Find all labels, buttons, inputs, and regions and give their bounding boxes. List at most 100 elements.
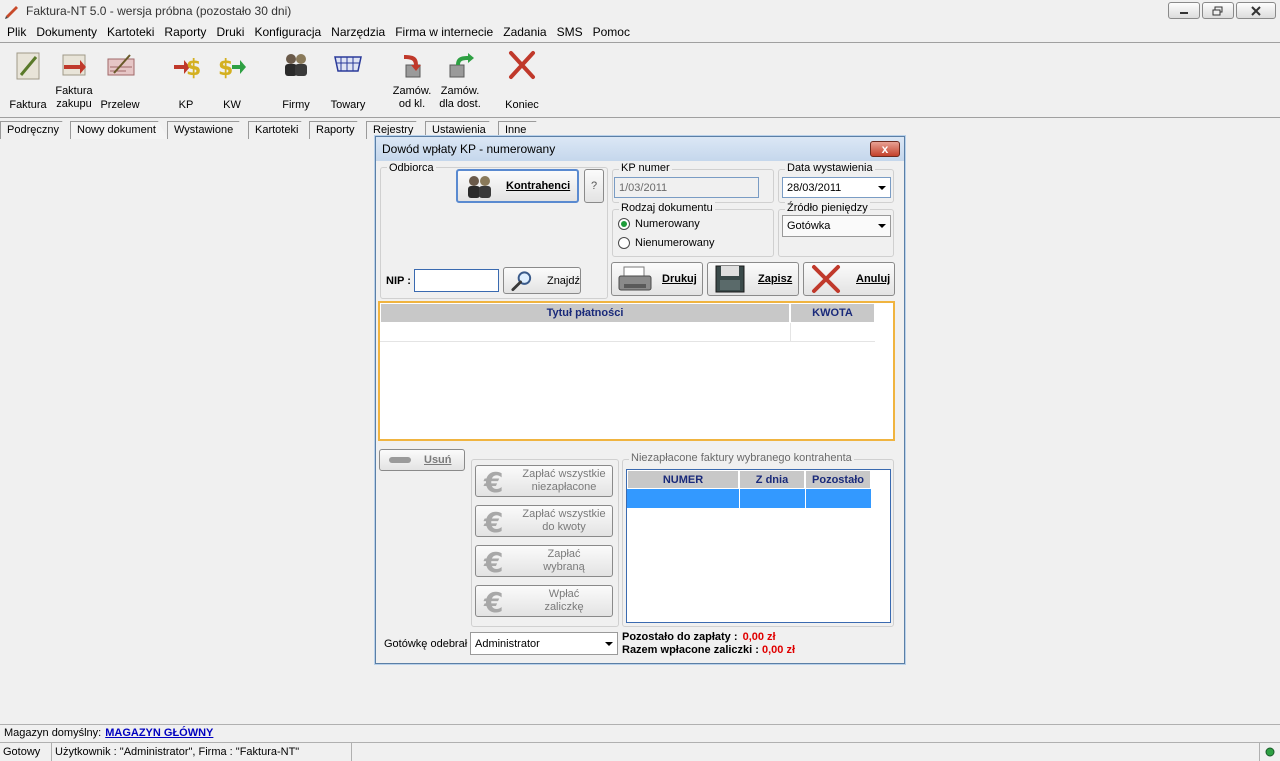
zaplac-do-kwoty-button[interactable]: € Zapłać wszystkie do kwoty bbox=[475, 505, 613, 537]
close-icon bbox=[1251, 5, 1261, 16]
table-row[interactable] bbox=[380, 323, 875, 342]
menu-druki[interactable]: Druki bbox=[211, 25, 249, 39]
grid-divider bbox=[790, 323, 791, 342]
znajdz-button[interactable]: Znajdź bbox=[503, 267, 581, 294]
help-button[interactable]: ? bbox=[584, 169, 604, 203]
zaplac-wszystkie-button[interactable]: € Zapłać wszystkie niezapłacone bbox=[475, 465, 613, 497]
zaplac-wybrana-button[interactable]: € Zapłać wybraną bbox=[475, 545, 613, 577]
dialog-close-button[interactable]: x bbox=[870, 141, 900, 157]
restore-icon bbox=[1212, 6, 1223, 15]
grid-col-tytul[interactable]: Tytuł płatności bbox=[380, 303, 790, 323]
printer-icon bbox=[618, 266, 652, 291]
toolbar-zamow-od-kl-button[interactable]: Zamów. od kl. bbox=[390, 47, 434, 111]
wplac-zaliczke-label-2: zaliczkę bbox=[544, 601, 584, 613]
grid-divider bbox=[739, 489, 740, 508]
transfer-icon bbox=[107, 54, 135, 76]
tab-podreczny[interactable]: Podręczny bbox=[0, 121, 72, 139]
toolbar-koniec-button[interactable]: Koniec bbox=[500, 47, 544, 112]
exit-x-icon bbox=[509, 51, 535, 79]
kontrahenci-button[interactable]: Kontrahenci bbox=[456, 169, 579, 203]
zaplac-wszystkie-label-2: niezapłacone bbox=[531, 481, 597, 493]
tab-nowy-dokument[interactable]: Nowy dokument bbox=[70, 121, 168, 139]
pozostalo-label: Pozostało do zapłaty : bbox=[622, 631, 738, 643]
title-bar: Faktura-NT 5.0 - wersja próbna (pozostał… bbox=[0, 0, 1280, 22]
dialog-title: Dowód wpłaty KP - numerowany bbox=[382, 142, 556, 156]
euro-icon: € bbox=[483, 546, 503, 576]
app-icon bbox=[5, 6, 18, 19]
zaplac-wszystkie-label-1: Zapłać wszystkie bbox=[522, 468, 606, 480]
menu-plik[interactable]: Plik bbox=[2, 25, 31, 39]
cancel-x-icon bbox=[812, 265, 840, 293]
rodzaj-dokumentu-label: Rodzaj dokumentu bbox=[619, 202, 715, 214]
wplac-zaliczke-button[interactable]: € Wpłać zaliczkę bbox=[475, 585, 613, 617]
toolbar-przelew-button[interactable]: Przelew bbox=[98, 47, 142, 112]
toolbar-towary-button[interactable]: Towary bbox=[326, 47, 370, 112]
nip-label: NIP : bbox=[386, 275, 411, 287]
status-empty-pane bbox=[352, 742, 1260, 761]
zaplac-wszystkie-text: Zapłać wszystkie niezapłacone bbox=[516, 468, 612, 494]
zaplac-wybrana-label-1: Zapłać bbox=[547, 548, 581, 560]
menu-narzedzia[interactable]: Narzędzia bbox=[326, 25, 390, 39]
table-row[interactable] bbox=[627, 489, 871, 508]
minimize-button[interactable] bbox=[1168, 2, 1200, 19]
col-numer[interactable]: NUMER bbox=[627, 470, 739, 489]
menu-zadania[interactable]: Zadania bbox=[498, 25, 551, 39]
toolbar-faktura-zakupu-button[interactable]: Faktura zakupu bbox=[52, 47, 96, 111]
niezaplacone-grid[interactable]: NUMER Z dnia Pozostało bbox=[626, 469, 891, 623]
radio-numerowany[interactable]: Numerowany bbox=[618, 218, 700, 230]
floppy-save-icon bbox=[715, 265, 745, 293]
col-pozostalo[interactable]: Pozostało bbox=[805, 470, 871, 489]
toolbar-kw-button[interactable]: $ KW bbox=[210, 47, 254, 112]
zrodlo-combo[interactable]: Gotówka bbox=[782, 215, 891, 237]
zrodlo-label: Źródło pieniędzy bbox=[785, 202, 870, 214]
svg-text:€: € bbox=[483, 546, 503, 576]
radio-on-icon bbox=[618, 218, 630, 230]
close-window-button[interactable] bbox=[1236, 2, 1276, 19]
gotowke-combo[interactable]: Administrator bbox=[470, 632, 618, 655]
menu-firma-w-internecie[interactable]: Firma w internecie bbox=[390, 25, 498, 39]
usun-label: Usuń bbox=[424, 454, 452, 466]
kp-numer-input[interactable]: 1/03/2011 bbox=[614, 177, 759, 198]
menu-dokumenty[interactable]: Dokumenty bbox=[31, 25, 102, 39]
menu-konfiguracja[interactable]: Konfiguracja bbox=[249, 25, 326, 39]
drukuj-label: Drukuj bbox=[662, 273, 697, 285]
razem-value: 0,00 zł bbox=[762, 644, 796, 656]
anuluj-button[interactable]: Anuluj bbox=[803, 262, 895, 296]
toolbar-kp-button[interactable]: $ KP bbox=[164, 47, 208, 112]
restore-button[interactable] bbox=[1202, 2, 1234, 19]
menu-raporty[interactable]: Raporty bbox=[159, 25, 211, 39]
zapisz-button[interactable]: Zapisz bbox=[707, 262, 799, 296]
zapisz-label: Zapisz bbox=[758, 273, 793, 285]
companies-icon bbox=[285, 54, 307, 76]
zaplac-do-kwoty-label-2: do kwoty bbox=[542, 521, 586, 533]
kp-numer-label: KP numer bbox=[619, 162, 672, 174]
minimize-icon bbox=[1180, 11, 1188, 14]
toolbar-towary-label: Towary bbox=[330, 99, 366, 111]
col-zdnia[interactable]: Z dnia bbox=[739, 470, 805, 489]
toolbar-zamow-dla-dost-button[interactable]: Zamów. dla dost. bbox=[438, 47, 482, 111]
menu-kartoteki[interactable]: Kartoteki bbox=[102, 25, 159, 39]
help-label: ? bbox=[590, 180, 598, 192]
drukuj-button[interactable]: Drukuj bbox=[611, 262, 703, 296]
menu-pomoc[interactable]: Pomoc bbox=[588, 25, 635, 39]
tab-wystawione[interactable]: Wystawione bbox=[167, 121, 249, 139]
menu-sms[interactable]: SMS bbox=[552, 25, 588, 39]
grid-divider bbox=[805, 489, 806, 508]
toolbar-firmy-button[interactable]: Firmy bbox=[274, 47, 318, 112]
toolbar-faktura-button[interactable]: Faktura bbox=[6, 47, 50, 112]
nip-input[interactable] bbox=[414, 269, 499, 292]
magazyn-label: Magazyn domyślny: bbox=[4, 727, 102, 739]
usun-button[interactable]: Usuń bbox=[379, 449, 465, 471]
payment-grid[interactable]: Tytuł płatności KWOTA bbox=[378, 301, 895, 441]
data-wystawienia-combo[interactable]: 28/03/2011 bbox=[782, 177, 891, 198]
radio-numerowany-label: Numerowany bbox=[635, 218, 700, 230]
toolbar-przelew-label: Przelew bbox=[100, 99, 140, 111]
zaplac-wybrana-text: Zapłać wybraną bbox=[516, 548, 612, 574]
tab-raporty[interactable]: Raporty bbox=[309, 121, 367, 139]
magazyn-link[interactable]: MAGAZYN GŁÓWNY bbox=[105, 727, 213, 739]
grid-col-kwota[interactable]: KWOTA bbox=[790, 303, 875, 323]
toolbar: Faktura Faktura zakupu Przelew $ KP $ KW bbox=[0, 42, 1280, 118]
radio-nienumerowany[interactable]: Nienumerowany bbox=[618, 237, 714, 249]
tab-kartoteki[interactable]: Kartoteki bbox=[248, 121, 311, 139]
data-wystawienia-label: Data wystawienia bbox=[785, 162, 875, 174]
